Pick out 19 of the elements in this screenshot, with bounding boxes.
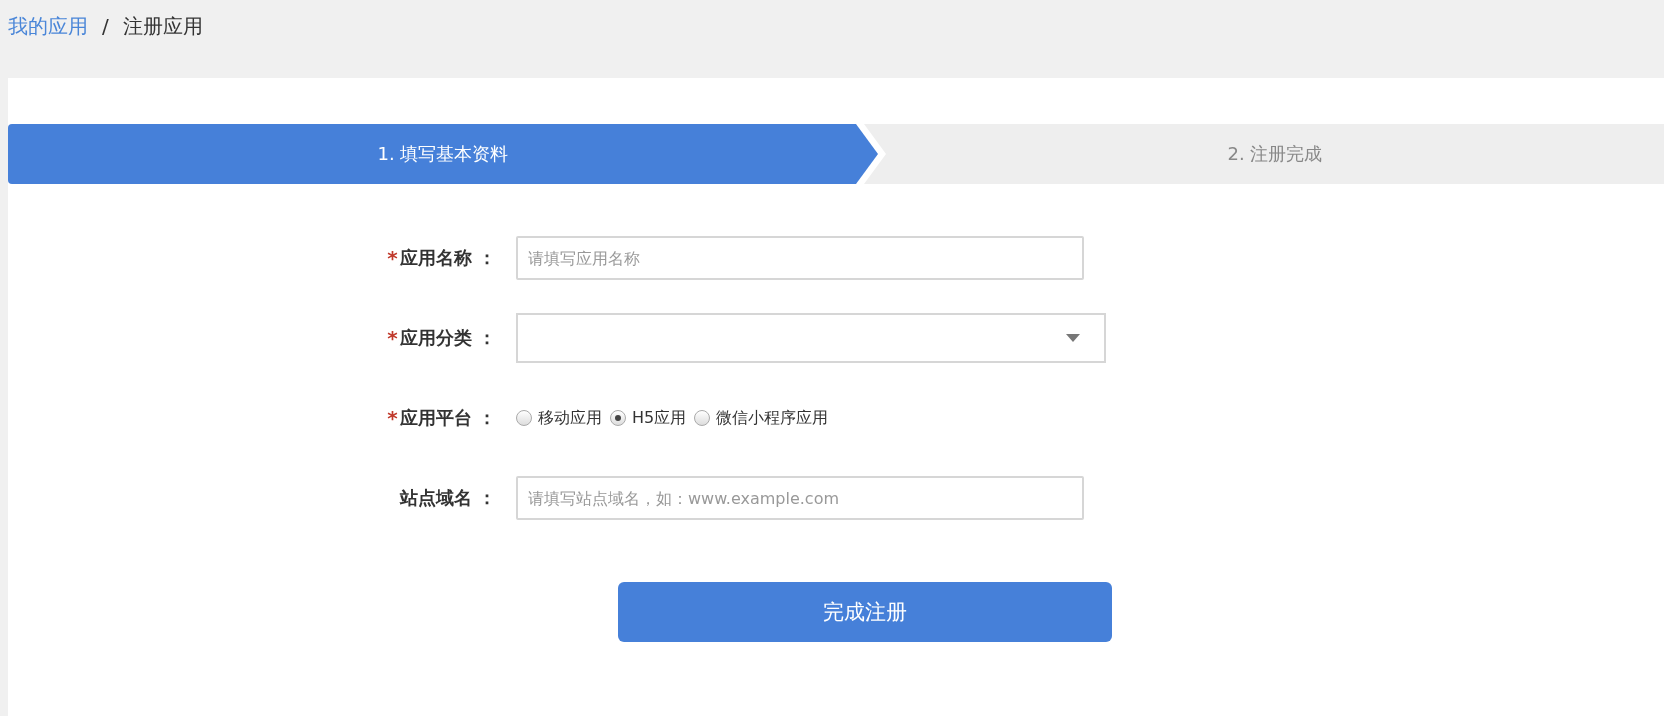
platform-radio-option[interactable]: 微信小程序应用 <box>694 407 829 429</box>
required-mark: * <box>387 406 398 430</box>
field-label: 应用名称 ： <box>399 246 496 270</box>
wizard-step-label: 2. 注册完成 <box>1226 142 1324 166</box>
wizard-step: 1. 填写基本资料 <box>8 124 878 184</box>
caret-icon <box>1066 334 1080 342</box>
field-label: 站点域名 ： <box>399 486 496 510</box>
required-mark: * <box>387 246 398 270</box>
text-input-field[interactable]: 请填写应用名称 <box>516 236 1084 280</box>
platform-radio-option[interactable]: H5应用 <box>610 407 687 429</box>
breadcrumb-current: 注册应用 <box>122 12 203 40</box>
breadcrumb-separator: / <box>102 14 109 38</box>
platform-radio-option[interactable]: 移动应用 <box>516 407 602 429</box>
text-input-field[interactable]: 请填写站点域名，如：www.example.com <box>516 476 1084 520</box>
required-mark: * <box>387 326 398 350</box>
submit-button[interactable]: 完成注册 <box>618 582 1112 642</box>
field-label: 应用分类 ： <box>399 326 496 350</box>
field-label: 应用平台 ： <box>399 406 496 430</box>
category-dropdown[interactable] <box>516 313 1106 363</box>
